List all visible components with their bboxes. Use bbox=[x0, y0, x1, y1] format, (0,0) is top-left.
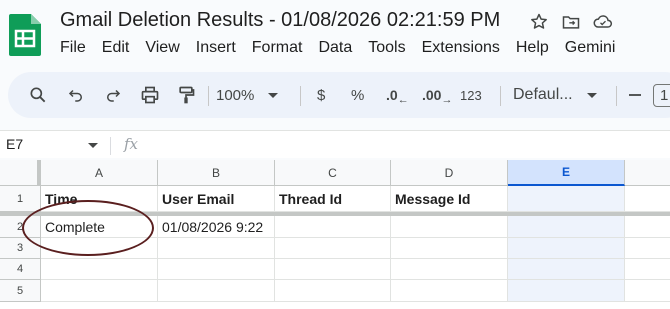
zoom-select[interactable]: 100% bbox=[216, 72, 279, 118]
row-header-5[interactable]: 5 bbox=[0, 280, 41, 302]
menu-extensions[interactable]: Extensions bbox=[422, 39, 500, 57]
column-header-f[interactable] bbox=[625, 160, 670, 186]
column-header-c[interactable]: C bbox=[275, 160, 391, 186]
column-header-a[interactable]: A bbox=[41, 160, 158, 186]
cell-e5[interactable] bbox=[508, 280, 625, 302]
row-header-1[interactable]: 1 bbox=[0, 186, 41, 212]
cell-e4[interactable] bbox=[508, 259, 625, 280]
arrow-left-icon: ← bbox=[397, 94, 409, 106]
menu-view[interactable]: View bbox=[145, 39, 179, 57]
menu-help[interactable]: Help bbox=[516, 39, 549, 57]
format-currency-button[interactable]: $ bbox=[317, 72, 325, 118]
row-header-3[interactable]: 3 bbox=[0, 238, 41, 259]
cell-d2[interactable] bbox=[391, 216, 508, 238]
cell-c4[interactable] bbox=[275, 259, 391, 280]
cell-c1[interactable]: Thread Id bbox=[275, 186, 391, 212]
menu-tools[interactable]: Tools bbox=[368, 39, 405, 57]
decrease-decimal-label: .0 bbox=[386, 87, 398, 103]
name-box[interactable]: E7 bbox=[6, 136, 23, 152]
cell-a1[interactable]: Time bbox=[41, 186, 158, 212]
more-formats-button[interactable]: 123 bbox=[460, 72, 482, 118]
cell-f3[interactable] bbox=[625, 238, 670, 259]
arrow-right-icon: → bbox=[441, 94, 453, 106]
menu-gemini[interactable]: Gemini bbox=[565, 39, 616, 57]
search-menus-icon[interactable] bbox=[28, 72, 48, 118]
cell-b4[interactable] bbox=[158, 259, 275, 280]
cell-b1[interactable]: User Email bbox=[158, 186, 275, 212]
row-header-2[interactable]: 2 bbox=[0, 216, 41, 238]
menu-edit[interactable]: Edit bbox=[102, 39, 130, 57]
decrease-decimal-button[interactable]: .0 ← bbox=[386, 72, 409, 118]
cell-e3[interactable] bbox=[508, 238, 625, 259]
chevron-down-icon bbox=[268, 92, 279, 98]
cell-f2[interactable] bbox=[625, 216, 670, 238]
print-icon[interactable] bbox=[140, 72, 160, 118]
format-percent-button[interactable]: % bbox=[351, 72, 364, 118]
cell-a5[interactable] bbox=[41, 280, 158, 302]
cell-b3[interactable] bbox=[158, 238, 275, 259]
cell-d5[interactable] bbox=[391, 280, 508, 302]
font-size-input[interactable]: 1 bbox=[653, 72, 670, 118]
star-icon[interactable] bbox=[528, 11, 550, 33]
cell-e2[interactable] bbox=[508, 216, 625, 238]
cloud-status-icon[interactable] bbox=[592, 11, 614, 33]
cell-d1[interactable]: Message Id bbox=[391, 186, 508, 212]
cell-c3[interactable] bbox=[275, 238, 391, 259]
toolbar: 100% $ % .0 ← .00 → 123 Defaul... 1 bbox=[8, 72, 670, 118]
font-select[interactable]: Defaul... bbox=[513, 72, 597, 118]
formula-bar: E7 fx bbox=[0, 130, 670, 158]
cell-c5[interactable] bbox=[275, 280, 391, 302]
cell-e1[interactable] bbox=[508, 186, 625, 212]
menu-insert[interactable]: Insert bbox=[196, 39, 236, 57]
redo-icon[interactable] bbox=[104, 72, 122, 118]
fx-icon: fx bbox=[124, 135, 139, 153]
column-header-e[interactable]: E bbox=[508, 160, 625, 186]
move-folder-icon[interactable] bbox=[560, 11, 582, 33]
font-size-value: 1 bbox=[653, 83, 670, 107]
cell-a4[interactable] bbox=[41, 259, 158, 280]
cell-b5[interactable] bbox=[158, 280, 275, 302]
document-title[interactable]: Gmail Deletion Results - 01/08/2026 02:2… bbox=[60, 9, 500, 32]
cell-a3[interactable] bbox=[41, 238, 158, 259]
zoom-value: 100% bbox=[216, 86, 255, 104]
increase-decimal-label: .00 bbox=[422, 87, 442, 103]
select-all-corner[interactable] bbox=[0, 160, 41, 186]
chevron-down-icon bbox=[586, 92, 597, 98]
menu-data[interactable]: Data bbox=[318, 39, 352, 57]
menu-format[interactable]: Format bbox=[252, 39, 303, 57]
decrease-font-size-icon[interactable] bbox=[628, 72, 642, 118]
cell-b2[interactable]: 01/08/2026 9:22 bbox=[158, 216, 275, 238]
paint-format-icon[interactable] bbox=[176, 72, 196, 118]
cell-d3[interactable] bbox=[391, 238, 508, 259]
cell-f5[interactable] bbox=[625, 280, 670, 302]
column-header-d[interactable]: D bbox=[391, 160, 508, 186]
cell-c2[interactable] bbox=[275, 216, 391, 238]
undo-icon[interactable] bbox=[67, 72, 85, 118]
chevron-down-icon[interactable] bbox=[88, 143, 98, 148]
increase-decimal-button[interactable]: .00 → bbox=[422, 72, 452, 118]
row-header-4[interactable]: 4 bbox=[0, 259, 41, 280]
menu-file[interactable]: File bbox=[60, 39, 86, 57]
cell-d4[interactable] bbox=[391, 259, 508, 280]
spreadsheet-grid: A B C D E 1 Time User Email Thread Id Me… bbox=[0, 160, 670, 309]
column-header-b[interactable]: B bbox=[158, 160, 275, 186]
cell-f4[interactable] bbox=[625, 259, 670, 280]
font-value: Defaul... bbox=[513, 86, 573, 103]
sheets-logo-icon[interactable] bbox=[9, 14, 41, 56]
menu-bar: File Edit View Insert Format Data Tools … bbox=[60, 39, 631, 57]
cell-f1[interactable] bbox=[625, 186, 670, 212]
cell-a2[interactable]: Complete bbox=[41, 216, 158, 238]
